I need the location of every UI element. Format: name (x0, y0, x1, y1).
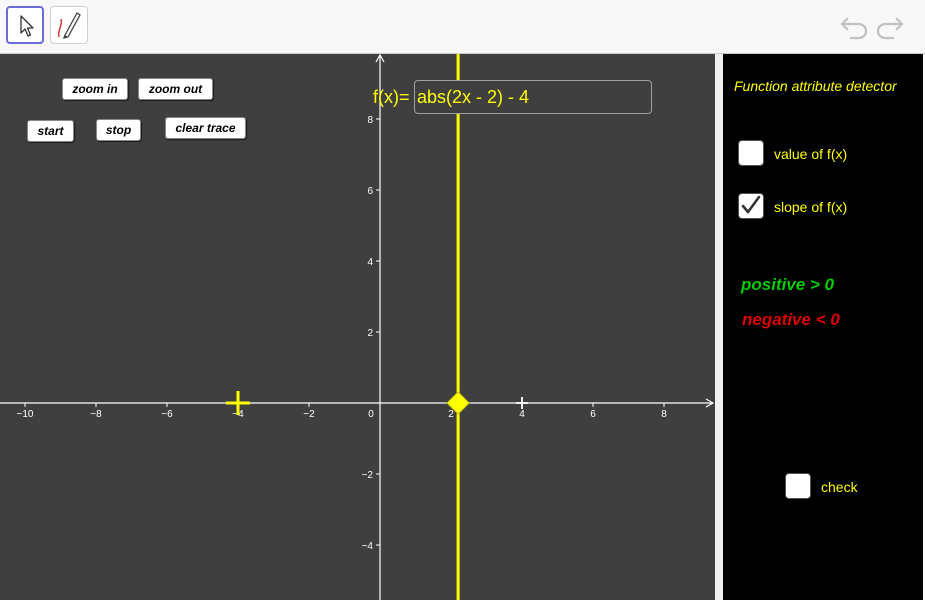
undo-button[interactable] (838, 12, 870, 45)
pen-tool-button[interactable] (50, 6, 88, 44)
start-button[interactable]: start (27, 120, 74, 142)
y-tick-label: −4 (362, 541, 374, 552)
move-tool-button[interactable] (6, 6, 44, 44)
stop-button[interactable]: stop (96, 119, 141, 141)
function-label: f(x)= (373, 87, 410, 107)
value-checkbox-label: value of f(x) (774, 146, 848, 162)
x-tick-label: −2 (303, 409, 315, 420)
redo-icon (876, 17, 904, 40)
negative-indicator: negative < 0 (742, 310, 840, 329)
x-tick-label: 2 (448, 409, 454, 420)
x-tick-label: 0 (368, 409, 374, 420)
undo-icon (840, 17, 868, 40)
zoom-in-button[interactable]: zoom in (62, 78, 128, 100)
y-tick-label: −2 (362, 470, 374, 481)
function-input[interactable]: abs(2x - 2) - 4 (414, 80, 652, 114)
x-tick-label: −8 (90, 409, 102, 420)
y-tick-label: 8 (367, 115, 373, 126)
slope-checkbox-label: slope of f(x) (774, 199, 848, 215)
side-panel: Function attribute detector value of f(x… (723, 54, 923, 600)
clear-trace-button[interactable]: clear trace (165, 117, 246, 139)
panel-title: Function attribute detector (734, 78, 897, 94)
x-tick-label: −6 (161, 409, 173, 420)
y-tick-label: 4 (367, 257, 373, 268)
check-checkbox[interactable] (785, 473, 811, 499)
x-tick-label: 6 (590, 409, 596, 420)
check-checkbox-label: check (821, 479, 858, 495)
x-tick-label: 8 (661, 409, 667, 420)
positive-indicator: positive > 0 (741, 275, 835, 294)
value-checkbox[interactable] (738, 140, 764, 166)
checkmark-icon (741, 195, 761, 214)
toolbar (0, 0, 925, 54)
view-splitter[interactable] (715, 54, 723, 600)
y-tick-label: 6 (367, 186, 373, 197)
zoom-out-button[interactable]: zoom out (138, 78, 213, 100)
arrow-cursor-icon (20, 15, 34, 37)
x-tick-label: −10 (17, 409, 34, 420)
slope-checkbox[interactable] (738, 193, 764, 219)
graphics-view[interactable]: −10−8−6−4−2024682468−2−4 zoom in zoom ou… (0, 54, 715, 600)
pen-icon (57, 12, 81, 39)
redo-button[interactable] (874, 12, 906, 45)
y-tick-label: 2 (367, 328, 373, 339)
x-tick-label: 4 (519, 409, 525, 420)
